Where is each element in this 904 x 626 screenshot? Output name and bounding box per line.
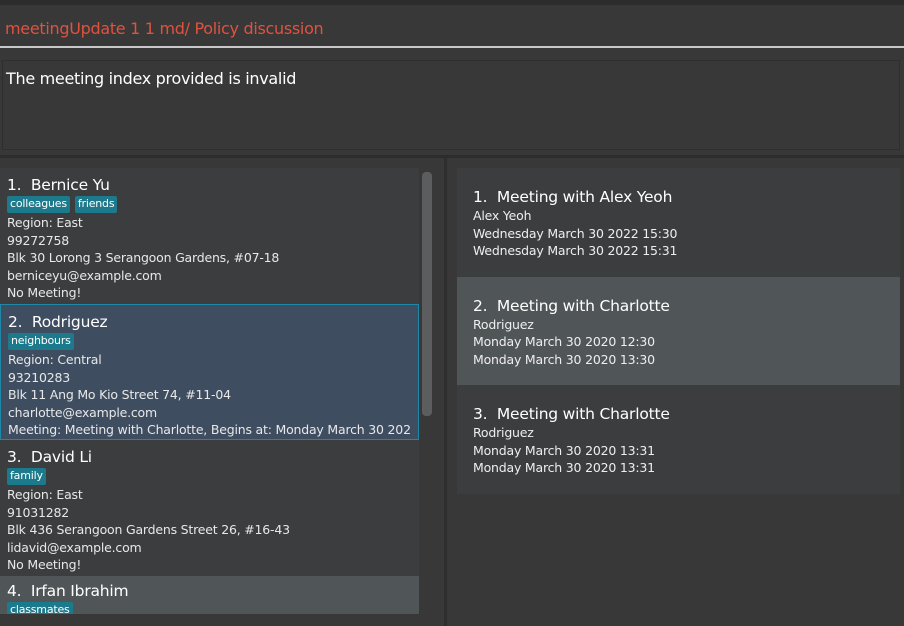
tag: classmates	[7, 602, 73, 614]
meeting-title: 2. Meeting with Charlotte	[473, 296, 670, 315]
person-name: 4. Irfan Ibrahim	[7, 582, 129, 600]
tag-list: family	[7, 468, 412, 485]
person-name: 1. Bernice Yu	[7, 176, 110, 194]
tag: colleagues	[7, 196, 70, 213]
result-display: The meeting index provided is invalid	[2, 60, 900, 150]
person-email: charlotte@example.com	[8, 404, 157, 420]
tag-list: neighbours	[8, 333, 411, 350]
person-card[interactable]: 1. Bernice Yu colleagues friends Region: Ea…	[0, 168, 419, 304]
person-meeting: No Meeting!	[7, 285, 82, 300]
person-card[interactable]: 4. Irfan Ibrahim classmates	[0, 576, 419, 614]
person-phone: 99272758	[7, 232, 70, 248]
person-list-scrollbar[interactable]	[422, 172, 432, 416]
person-address: Blk 436 Serangoon Gardens Street 26, #16…	[7, 522, 290, 537]
meeting-person: Rodriguez	[473, 425, 534, 440]
person-email: lidavid@example.com	[7, 539, 142, 555]
meeting-end: Monday March 30 2020 13:31	[473, 460, 655, 475]
person-name: 2. Rodriguez	[8, 313, 108, 331]
person-phone: 93210283	[8, 369, 71, 385]
meeting-end: Wednesday March 30 2022 15:31	[473, 243, 678, 258]
person-address: Blk 11 Ang Mo Kio Street 74, #11-04	[8, 387, 231, 402]
person-phone: 91031282	[7, 504, 70, 520]
person-name: 3. David Li	[7, 448, 92, 466]
person-region: Region: East	[7, 215, 83, 230]
meeting-card[interactable]: 3. Meeting with Charlotte Rodriguez Mond…	[457, 385, 900, 494]
meeting-title: 1. Meeting with Alex Yeoh	[473, 188, 673, 206]
meeting-person: Rodriguez	[473, 316, 534, 332]
person-address: Blk 30 Lorong 3 Serangoon Gardens, #07-1…	[7, 250, 280, 265]
meeting-end: Monday March 30 2020 13:30	[473, 351, 655, 367]
meeting-person: Alex Yeoh	[473, 208, 532, 223]
tag: family	[7, 468, 46, 485]
meeting-card[interactable]: 2. Meeting with Charlotte Rodriguez Mond…	[457, 276, 900, 385]
result-text: The meeting index provided is invalid	[6, 69, 297, 88]
divider	[0, 155, 904, 158]
command-input[interactable]: meetingUpdate 1 1 md/ Policy discussion	[5, 19, 324, 38]
tag-list: classmates	[7, 602, 412, 614]
meeting-card[interactable]: 1. Meeting with Alex Yeoh Alex Yeoh Wedn…	[457, 168, 900, 277]
meeting-list: 1. Meeting with Alex Yeoh Alex Yeoh Wedn…	[457, 168, 900, 494]
tag-list: colleagues friends	[7, 196, 412, 213]
tag: neighbours	[8, 333, 74, 350]
meeting-start: Monday March 30 2020 13:31	[473, 442, 655, 458]
person-region: Region: East	[7, 487, 83, 502]
person-list: 1. Bernice Yu colleagues friends Region: Ea…	[0, 168, 419, 614]
meeting-title: 3. Meeting with Charlotte	[473, 405, 670, 423]
person-meeting: No Meeting!	[7, 557, 82, 572]
meeting-start: Monday March 30 2020 12:30	[473, 334, 655, 349]
person-card[interactable]: 3. David Li family Region: East 91031282 Blk…	[0, 440, 419, 576]
person-email: berniceyu@example.com	[7, 267, 162, 283]
person-meeting: Meeting: Meeting with Charlotte, Begins …	[8, 422, 411, 437]
person-region: Region: Central	[8, 352, 102, 367]
tag: friends	[74, 196, 118, 213]
command-box[interactable]: meetingUpdate 1 1 md/ Policy discussion	[0, 5, 904, 48]
meeting-start: Wednesday March 30 2022 15:30	[473, 225, 678, 241]
person-card[interactable]: 2. Rodriguez neighbours Region: Central 932…	[0, 304, 419, 440]
split-pane-divider[interactable]	[444, 158, 447, 626]
